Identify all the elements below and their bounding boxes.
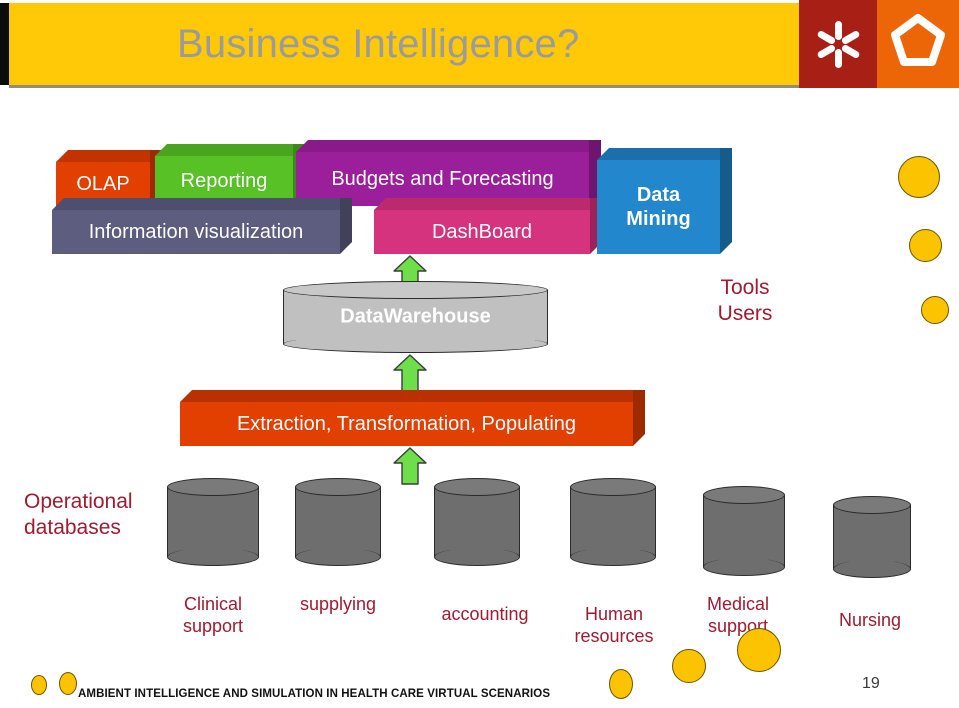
decor-dot	[31, 675, 47, 695]
arrow-sources-to-etl	[392, 446, 428, 486]
decor-dot	[737, 628, 781, 672]
block-budgets-top	[296, 140, 601, 152]
header-underline	[9, 85, 799, 88]
block-reporting[interactable]: Reporting	[155, 144, 305, 206]
datawarehouse-label: DataWarehouse	[340, 305, 491, 328]
cyl-base	[703, 558, 785, 576]
block-data-mining[interactable]: Data Mining	[597, 148, 732, 254]
users-label: Users	[717, 302, 773, 325]
block-dashboard-top	[374, 198, 602, 210]
source-label-line2: support	[707, 616, 769, 636]
source-cylinder-medical-support[interactable]	[703, 486, 785, 576]
block-dashboard[interactable]: DashBoard	[374, 198, 602, 254]
cyl-body	[295, 487, 381, 557]
cyl-base	[570, 548, 656, 566]
slide-header: Business Intelligence?	[0, 0, 959, 88]
footer-text: AMBIENT INTELLIGENCE AND SIMULATION IN H…	[78, 688, 551, 700]
source-cylinder-supplying[interactable]	[295, 478, 381, 566]
source-label-medical-support: Medical support	[683, 593, 793, 637]
block-etl[interactable]: Extraction, Transformation, Populating	[180, 390, 645, 446]
decor-dot	[898, 156, 940, 198]
university-logo	[799, 0, 959, 88]
cyl-base	[833, 560, 911, 578]
source-cylinder-clinical-support[interactable]	[167, 478, 259, 566]
source-label-supplying: supplying	[280, 593, 396, 615]
cyl-base	[434, 548, 520, 566]
cyl-base	[167, 548, 259, 566]
page-number: 19	[862, 675, 880, 692]
decor-dot	[59, 672, 77, 695]
block-etl-top	[180, 390, 645, 402]
block-mining-top	[597, 148, 732, 160]
pentagon-outline-icon	[877, 0, 959, 88]
source-label-line1: Clinical	[183, 594, 243, 614]
cyl-body	[703, 495, 785, 567]
operational-label-line1: Operational	[24, 490, 133, 513]
block-reporting-top	[155, 144, 305, 156]
source-label-line1: Medical	[706, 594, 770, 614]
block-etl-side	[633, 390, 645, 446]
source-label-line2: resources	[574, 626, 654, 646]
source-label-clinical-support: Clinical support	[145, 593, 281, 637]
source-cylinder-accounting[interactable]	[434, 478, 520, 566]
cyl-cap	[570, 478, 656, 496]
block-dashboard-label: DashBoard	[374, 210, 590, 254]
block-mining-label-line2: Mining	[626, 208, 691, 230]
block-infoviz-side	[340, 198, 352, 254]
source-label-nursing: Nursing	[815, 609, 925, 631]
block-infoviz-label: Information visualization	[52, 210, 340, 254]
source-label-accounting: accounting	[420, 603, 550, 625]
cyl-cap	[833, 496, 911, 514]
block-mining-label: Data Mining	[597, 160, 720, 254]
datawarehouse-cylinder[interactable]: DataWarehouse	[283, 281, 548, 353]
block-budgets-forecasting[interactable]: Budgets and Forecasting	[296, 140, 601, 206]
decor-dot	[672, 649, 706, 683]
tools-label: Tools	[720, 276, 770, 299]
source-label-line2: support	[182, 616, 244, 636]
cyl-body	[167, 487, 259, 557]
source-label-line1: Nursing	[838, 610, 902, 630]
asterisk-burst-icon	[799, 0, 877, 88]
block-information-visualization[interactable]: Information visualization	[52, 198, 352, 254]
slide-canvas: Business Intelligence? OLAP Reporting Bu…	[0, 0, 959, 708]
operational-databases-label: Operational databases	[24, 489, 174, 541]
source-label-human-resources: Human resources	[553, 603, 675, 647]
decor-dot	[921, 296, 949, 324]
decor-dot	[609, 669, 633, 699]
cyl-cap	[295, 478, 381, 496]
page-title: Business Intelligence?	[177, 21, 580, 66]
source-cylinder-human-resources[interactable]	[570, 478, 656, 566]
cyl-body	[570, 487, 656, 557]
block-olap-top	[56, 150, 162, 162]
source-label-line1: accounting	[441, 604, 529, 624]
decor-dot	[909, 229, 942, 262]
datawarehouse-cap	[283, 281, 548, 299]
block-etl-label: Extraction, Transformation, Populating	[180, 402, 633, 446]
block-mining-side	[720, 148, 732, 254]
cyl-cap	[434, 478, 520, 496]
source-cylinder-nursing[interactable]	[833, 496, 911, 578]
cyl-cap	[167, 478, 259, 496]
datawarehouse-base	[283, 335, 548, 353]
source-label-line1: Human	[584, 604, 644, 624]
operational-label-line2: databases	[24, 516, 121, 539]
cyl-cap	[703, 486, 785, 504]
arrow-etl-to-warehouse	[392, 353, 428, 393]
cyl-body	[434, 487, 520, 557]
source-label-line1: supplying	[299, 594, 377, 614]
block-infoviz-top	[52, 198, 352, 210]
block-mining-label-line1: Data	[636, 184, 681, 206]
header-left-black-bar	[0, 3, 9, 85]
tools-users-label: Tools Users	[690, 275, 800, 327]
cyl-base	[295, 548, 381, 566]
